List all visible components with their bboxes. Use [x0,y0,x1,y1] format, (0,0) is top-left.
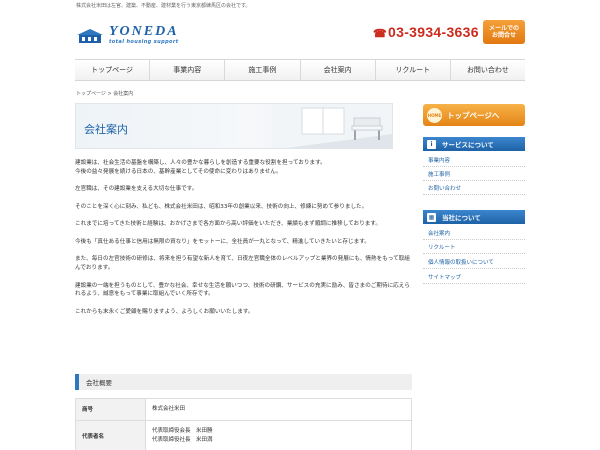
table-row: 代表者名 代表取締役会長 米田勝 代表取締役社長 米田満 [75,419,412,450]
table-label: 代表者名 [75,419,146,450]
page-title: 会社案内 [84,123,128,136]
company-message: 建設業は、社会生活の基盤を構築し、人々の豊かな暮らしを創造する重要な役割を担って… [75,159,410,325]
side-link-sitemap[interactable]: サイトマップ [423,271,525,284]
banner-label: トップページへ [447,110,500,120]
nav-contact[interactable]: お問い合わせ [449,60,525,80]
side-link-privacy[interactable]: 個人情報の取扱いについて [423,256,525,269]
nav-company[interactable]: 会社案内 [299,60,375,80]
side-link-recruit[interactable]: リクルート [423,241,525,254]
company-heading-text: 当社について [442,214,481,222]
table-value: 代表取締役会長 米田勝 代表取締役社長 米田満 [145,419,412,450]
nav-recruit[interactable]: リクルート [374,60,450,80]
logo-name: YONEDA [109,24,179,39]
mail-button-line1: メールでの [488,24,519,32]
info-icon: i [427,139,436,149]
house-logo-icon [77,29,103,43]
overview-heading: 会社概要 [75,374,412,390]
side-link-business[interactable]: 事業内容 [423,154,525,167]
logo-subtitle: total housing support [109,39,179,45]
overview-table: 商号 株式会社米田 代表者名 代表取締役会長 米田勝 代表取締役社長 米田満 [75,398,412,450]
side-link-works[interactable]: 施工事例 [423,168,525,181]
top-page-banner[interactable]: HOME トップページへ [423,104,525,126]
nav-top[interactable]: トップページ [75,60,149,80]
paragraph: 左官職は、その建設業を支える大切な仕事です。 [75,186,198,193]
paragraph: これからも末永くご愛顧を賜りますよう、よろしくお願いいたします。 [75,308,254,315]
nav-works[interactable]: 施工事例 [224,60,299,80]
table-value: 株式会社米田 [145,398,412,421]
paragraph: そのことを深く心に刻み、私ども、株式会社米田は、昭和33年の創業以来、技術の向上… [75,203,368,210]
site-logo[interactable]: YONEDA total housing support [76,24,186,46]
building-icon: ▦ [427,212,436,222]
telephone-icon: ☎ [373,28,388,40]
phone-text: 03-3934-3636 [388,24,479,40]
side-link-company[interactable]: 会社案内 [423,227,525,240]
service-heading-text: サービスについて [442,141,494,149]
paragraph: 今後も「真仕ある仕事と信用は無限の資なり」をモットーに、全社員が一丸となって、精… [75,238,370,245]
side-link-contact[interactable]: お問い合わせ [423,182,525,195]
site-tagline: 株式会社米田は左官、建築、不動産、建材業を行う東京都練馬区の会社です。 [76,3,251,9]
paragraph: 建設業は、社会生活の基盤を構築し、人々の豊かな暮らしを創造する重要な役割を担って… [75,160,326,175]
service-heading: i サービスについて [423,137,525,151]
table-label: 商号 [75,398,146,421]
company-heading: ▦ 当社について [423,210,525,224]
paragraph: これまでに培ってきた技術と経験は、おかげさまで各方面から高い評価をいただき、業績… [75,221,381,228]
paragraph: 建設業の一端を担うものとして、豊かな社会、幸せな生活を願いつつ、技術の研鑽、サー… [75,282,410,298]
paragraph: また、毎日の左官技術の研修は、将来を担う有望な新人を育て、日夜左官職全体のレベル… [75,256,410,272]
page-header: 会社案内 [75,103,393,149]
nav-business[interactable]: 事業内容 [149,60,224,80]
global-nav: トップページ 事業内容 施工事例 会社案内 リクルート お問い合わせ [75,59,525,81]
table-row: 商号 株式会社米田 [75,398,412,421]
phone-number[interactable]: ☎03-3934-3636 [373,24,479,40]
mail-button-line2: お問合せ [491,32,516,39]
mail-contact-button[interactable]: メールでの お問合せ [483,20,525,44]
room-interior-image [272,104,392,148]
home-badge-icon: HOME [427,107,442,123]
breadcrumb: トップページ > 会社案内 [76,91,134,97]
